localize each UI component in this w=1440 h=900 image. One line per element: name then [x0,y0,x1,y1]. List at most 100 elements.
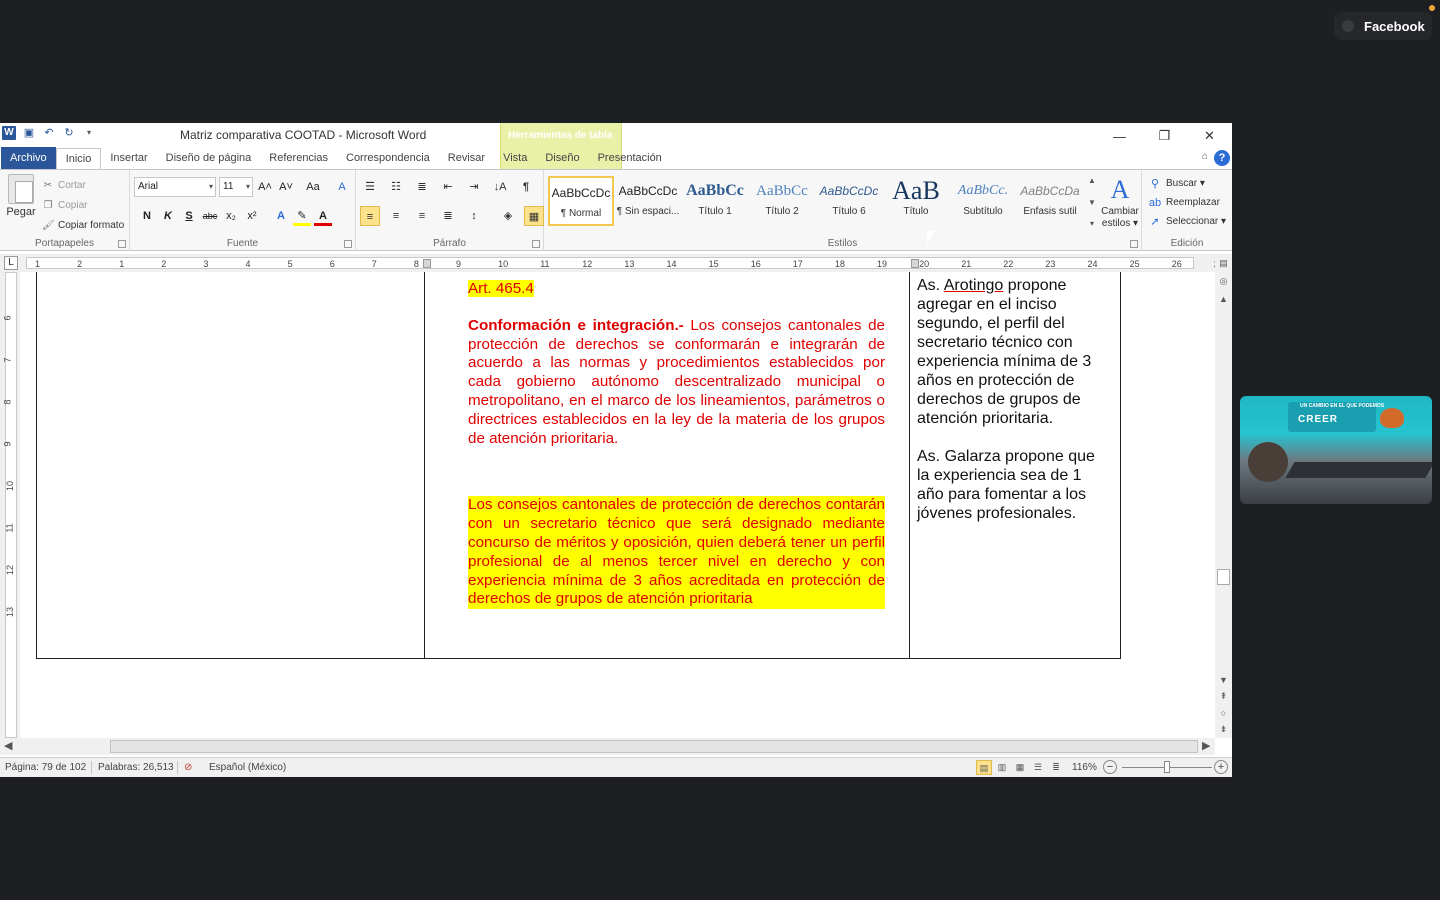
tab-insertar[interactable]: Insertar [101,148,156,169]
column-marker[interactable] [911,259,919,268]
tab-vista[interactable]: Vista [494,148,536,169]
article-cell[interactable]: Art. 465.4 Conformación e integración.- … [468,280,885,610]
next-page-icon[interactable]: ⇟ [1218,724,1229,735]
tab-archivo[interactable]: Archivo [1,147,56,169]
scroll-left-icon[interactable]: ◀ [4,739,12,752]
styles-gallery-scroll[interactable]: ▲ ▼ ▾ [1086,176,1098,228]
style-titulo-1[interactable]: AaBbCc Título 1 [682,176,748,226]
customize-qat-icon[interactable]: ▾ [82,126,96,140]
align-left-icon[interactable]: ≡ [360,206,380,226]
borders-icon[interactable]: ▦ [524,206,544,226]
grow-font-button[interactable]: A˄ [256,177,274,197]
font-name-combo[interactable]: Arial [134,177,216,197]
collapse-ribbon-icon[interactable]: ⌂ [1202,151,1208,162]
align-center-icon[interactable]: ≡ [386,206,406,226]
clear-format-button[interactable]: A [333,177,351,197]
tab-correspondencia[interactable]: Correspondencia [337,148,439,169]
video-call-thumbnail[interactable]: UN CAMBIO EN EL QUE PODEMOS CREER [1240,396,1432,504]
style-normal[interactable]: AaBbCcDc ¶ Normal [548,176,614,226]
scroll-down-icon[interactable]: ▼ [1218,675,1229,685]
highlight-button[interactable]: ✎ [293,206,311,226]
scroll-right-icon[interactable]: ▶ [1202,739,1210,752]
facebook-stream-badge[interactable]: Facebook [1334,12,1432,40]
word-logo-icon[interactable]: W [2,126,16,140]
help-icon[interactable]: ? [1214,150,1230,166]
select-button[interactable]: ➚ Seleccionar ▾ [1148,212,1226,231]
full-screen-reading-icon[interactable]: ▥ [994,760,1010,775]
multilevel-list-icon[interactable]: ≣ [412,177,432,197]
numbering-icon[interactable]: ☷ [386,177,406,197]
undo-icon[interactable]: ↶ [42,126,56,140]
bullets-icon[interactable]: ☰ [360,177,380,197]
web-layout-icon[interactable]: ▦ [1012,760,1028,775]
page-counter[interactable]: Página: 79 de 102 [5,762,86,773]
restore-button[interactable]: ❐ [1142,123,1187,149]
scroll-up-icon[interactable]: ▲ [1218,294,1229,304]
subscript-button[interactable]: x₂ [222,206,240,226]
scroll-thumb[interactable] [1217,569,1230,585]
redo-icon[interactable]: ↻ [62,126,76,140]
close-button[interactable]: ✕ [1187,123,1232,149]
style-enfasis-sutil[interactable]: AaBbCcDa Énfasis sutil [1017,176,1083,226]
sort-button[interactable]: ↓A [490,177,510,197]
save-icon[interactable]: ▣ [22,126,36,140]
tab-diseno[interactable]: Diseño [536,148,588,169]
horizontal-scroll-thumb[interactable] [110,740,1198,753]
ruler-toggle-icon[interactable]: ▤ [1218,258,1229,269]
zoom-out-button[interactable]: − [1103,760,1117,774]
style-sin-espaciado[interactable]: AaBbCcDc ¶ Sin espaci... [615,176,681,226]
tab-inicio[interactable]: Inicio [55,148,102,169]
style-titulo-6[interactable]: AaBbCcDc Título 6 [816,176,882,226]
previous-page-icon[interactable]: ⇞ [1218,691,1229,702]
superscript-button[interactable]: x² [243,206,261,226]
justify-icon[interactable]: ≣ [438,206,458,226]
pan-icon[interactable]: ◎ [1218,276,1229,287]
style-subtitulo[interactable]: AaBbCc. Subtítulo [950,176,1016,226]
tab-referencias[interactable]: Referencias [260,148,337,169]
tab-presentacion[interactable]: Presentación [589,148,671,169]
copy-button[interactable]: ❐ Copiar [42,196,124,216]
document-area[interactable]: Art. 465.4 Conformación e integración.- … [20,272,1194,738]
ruler-track[interactable]: 1 2 1 2 3 4 5 6 7 8 9 10 11 12 13 14 15 16 17 18 19 20 21 22 23 2… [26,257,1224,269]
language[interactable]: Español (México) [209,762,286,773]
vertical-ruler-track[interactable]: 6 7 8 9 10 11 12 13 [3,272,17,738]
increase-indent-icon[interactable]: ⇥ [464,177,484,197]
decrease-indent-icon[interactable]: ⇤ [438,177,458,197]
gallery-down-icon[interactable]: ▼ [1086,198,1098,207]
horizontal-scrollbar[interactable]: ◀ ▶ [0,738,1215,755]
dialog-launcher-icon[interactable] [532,240,540,248]
gallery-more-icon[interactable]: ▾ [1086,219,1098,228]
column-marker[interactable] [423,259,431,268]
zoom-in-button[interactable]: + [1214,760,1228,774]
dialog-launcher-icon[interactable] [118,240,126,248]
style-titulo[interactable]: AaB Título [883,176,949,226]
word-count[interactable]: Palabras: 26,513 [98,762,174,773]
browse-object-icon[interactable]: ○ [1218,708,1229,718]
dialog-launcher-icon[interactable] [1130,240,1138,248]
outline-icon[interactable]: ☰ [1030,760,1046,775]
text-effects-button[interactable]: A [272,206,290,226]
column-divider[interactable] [909,272,910,659]
style-titulo-2[interactable]: AaBbCc Título 2 [749,176,815,226]
font-color-button[interactable]: A [314,206,332,226]
draft-icon[interactable]: ≣ [1048,760,1064,775]
show-marks-button[interactable]: ¶ [516,177,536,197]
bold-button[interactable]: N [138,206,156,226]
proofing-icon[interactable]: ⊘ [184,762,192,773]
dialog-launcher-icon[interactable] [344,240,352,248]
cut-button[interactable]: ✂ Cortar [42,176,124,196]
align-right-icon[interactable]: ≡ [412,206,432,226]
minimize-button[interactable]: — [1097,123,1142,149]
column-divider[interactable] [424,272,425,659]
paste-button[interactable]: Pegar [6,174,36,218]
gallery-up-icon[interactable]: ▲ [1086,176,1098,185]
find-button[interactable]: ⚲ Buscar ▾ [1148,174,1226,193]
zoom-level[interactable]: 116% [1072,762,1097,773]
change-case-button[interactable]: Aa [304,177,322,197]
vertical-scrollbar[interactable]: ▤ ◎ ▲ ▼ ⇞ ○ ⇟ [1215,254,1232,738]
print-layout-icon[interactable]: ▤ [976,760,992,775]
replace-button[interactable]: ab Reemplazar [1148,193,1226,212]
format-painter-button[interactable]: 🖌 Copiar formato [42,216,124,236]
change-styles-button[interactable]: A Cambiar estilos ▾ [1100,174,1140,230]
italic-button[interactable]: K [159,206,177,226]
